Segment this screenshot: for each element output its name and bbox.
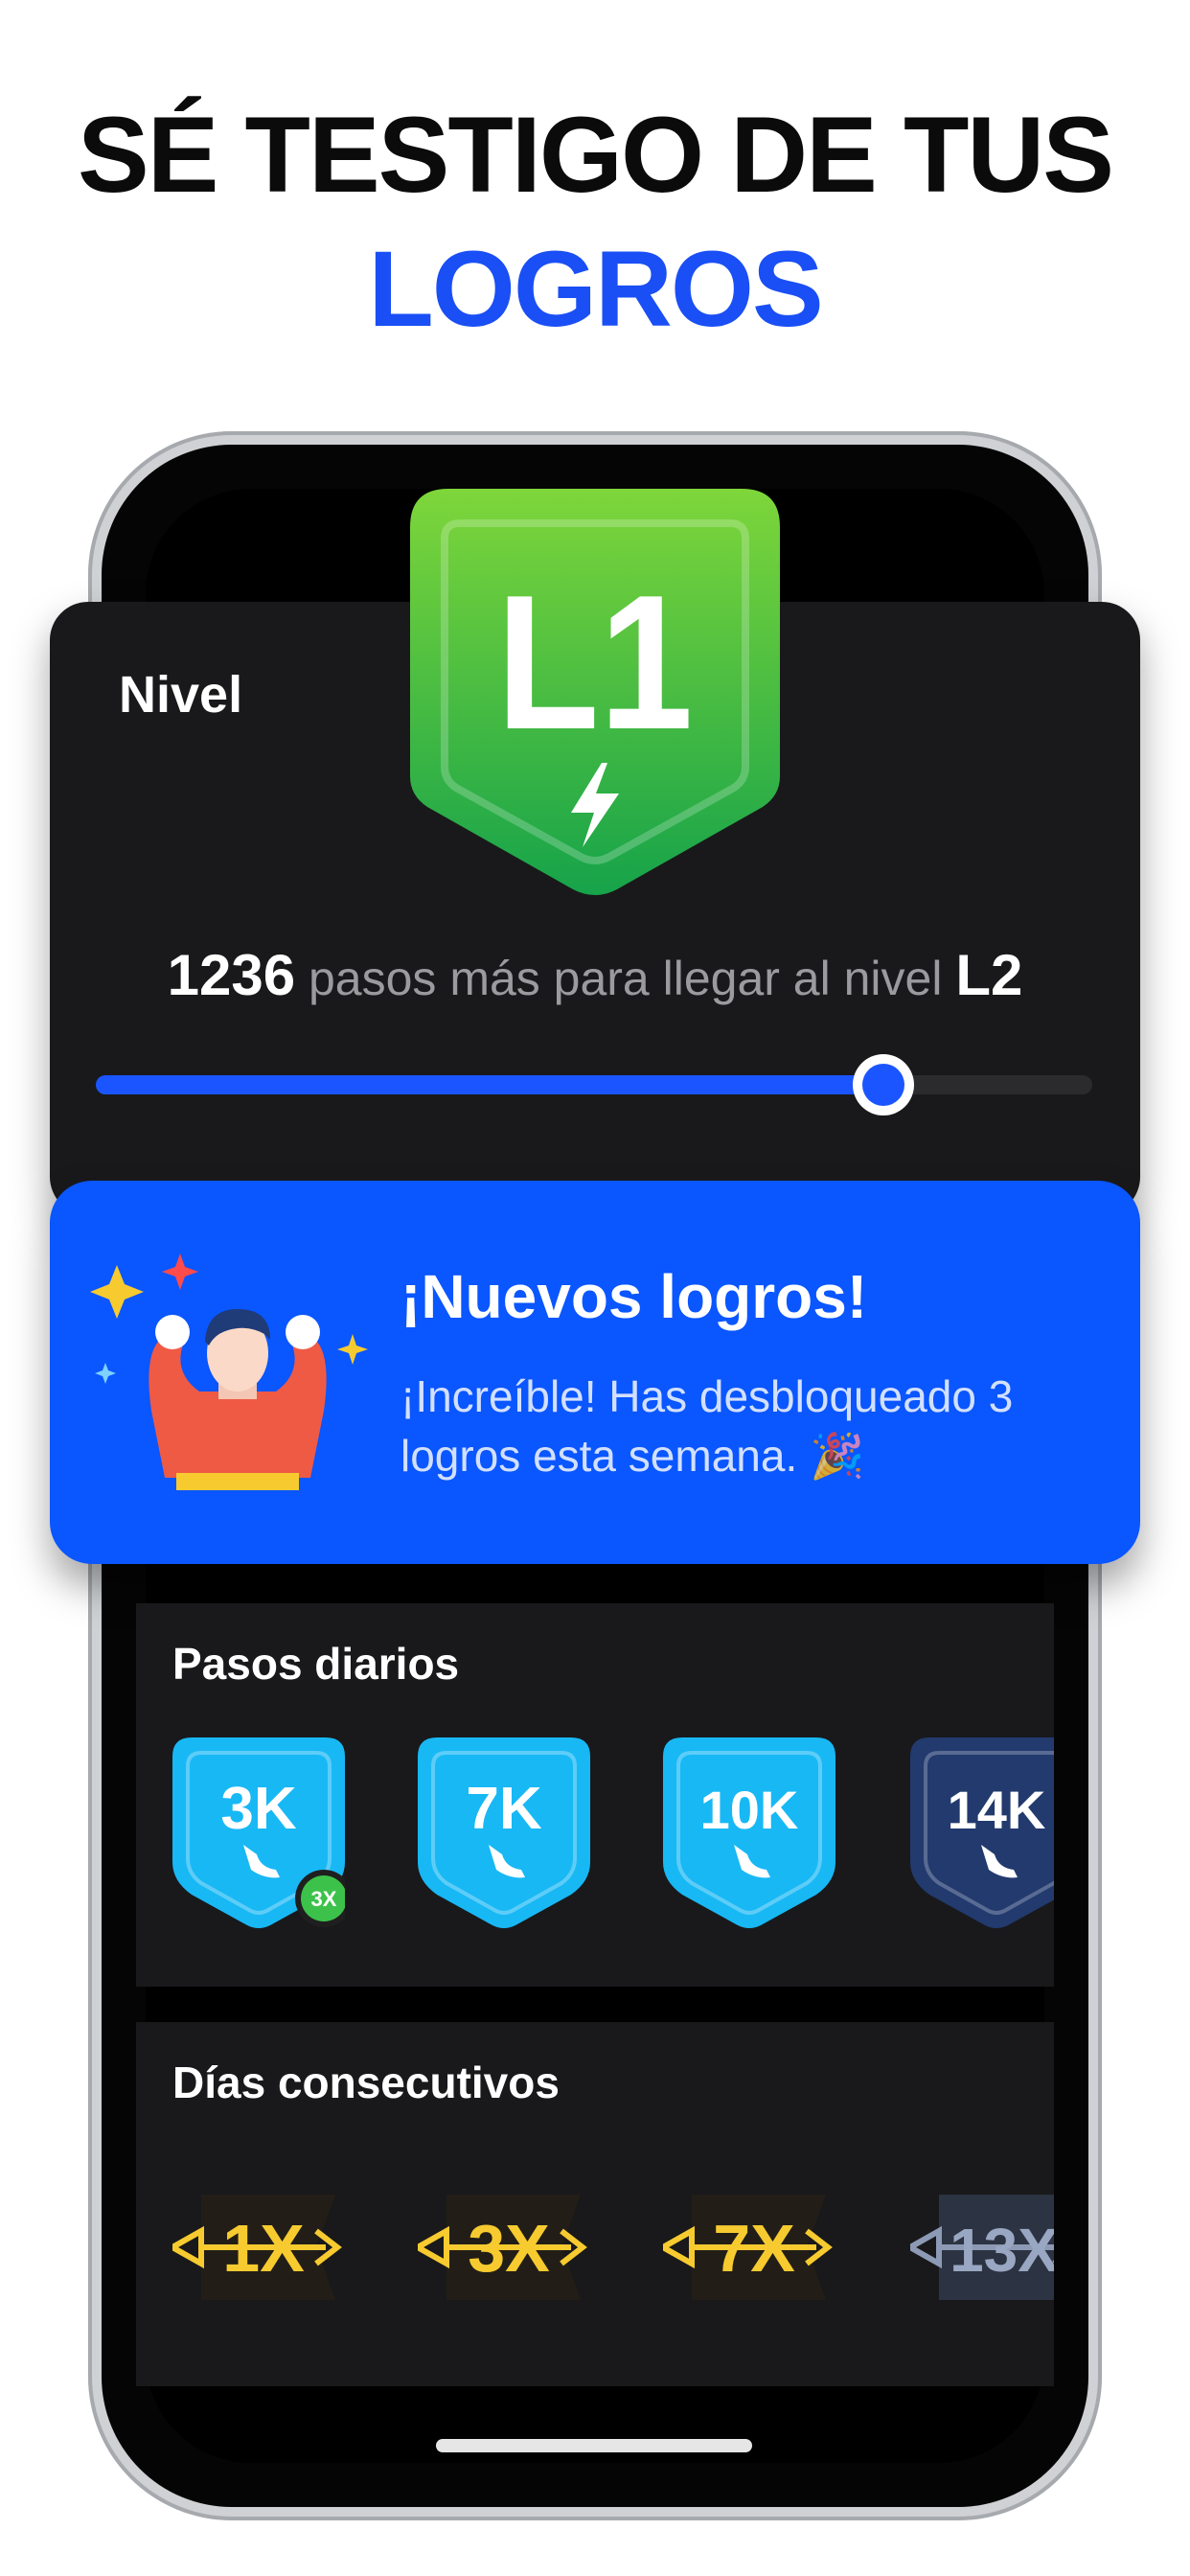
party-popper-icon: 🎉 <box>810 1431 865 1481</box>
new-achievements-title: ¡Nuevos logros! <box>400 1262 868 1331</box>
level-progress-knob <box>852 1054 914 1116</box>
steps-remaining-label: pasos más para llegar al nivel <box>295 952 956 1005</box>
step-badge-14k-label: 14K <box>948 1780 1046 1840</box>
step-badge-3k-label: 3K <box>220 1776 296 1842</box>
new-achievements-banner[interactable]: ¡Nuevos logros! ¡Increíble! Has desbloqu… <box>50 1181 1140 1564</box>
daily-steps-title: Pasos diarios <box>172 1639 460 1689</box>
streak-badge-7x[interactable]: 7X <box>663 2175 835 2319</box>
daily-steps-section: Pasos diarios 3K 3X 7K 10K 14K <box>136 1603 1054 1987</box>
new-achievements-text: ¡Increíble! Has desbloqueado 3 logros es… <box>400 1367 1090 1485</box>
next-level-label: L2 <box>955 943 1023 1007</box>
step-badge-3k-count: 3X <box>311 1887 337 1911</box>
step-badge-7k[interactable]: 7K <box>418 1737 590 1929</box>
level-progress-fill <box>96 1075 883 1094</box>
streak-title: Días consecutivos <box>172 2058 560 2107</box>
streak-badges: 1X 3X 7X 13X <box>172 2137 1054 2358</box>
step-badge-10k[interactable]: 10K <box>663 1737 835 1929</box>
daily-steps-badges: 3K 3X 7K 10K 14K <box>172 1737 1054 1948</box>
streak-badge-3x[interactable]: 3X <box>418 2175 590 2319</box>
celebrating-person-icon <box>90 1254 368 1490</box>
streak-badge-7x-label: 7X <box>713 2211 795 2286</box>
level-title: Nivel <box>119 666 243 724</box>
new-achievements-message: ¡Increíble! Has desbloqueado 3 logros es… <box>400 1371 1014 1481</box>
headline-line-1: SÉ TESTIGO DE TUS <box>78 95 1114 215</box>
step-badge-7k-label: 7K <box>466 1776 541 1842</box>
streak-badge-13x-label: 13X <box>950 2216 1054 2285</box>
steps-remaining-text: 1236 pasos más para llegar al nivel L2 <box>50 942 1140 1008</box>
streak-badge-13x[interactable]: 13X <box>910 2175 1054 2319</box>
streak-section: Días consecutivos 1X 3X 7X 13X <box>136 2022 1054 2386</box>
level-progress-bar <box>96 1054 1092 1116</box>
step-badge-10k-label: 10K <box>700 1780 799 1840</box>
level-badge-icon: L1 <box>410 489 780 895</box>
streak-badge-1x[interactable]: 1X <box>172 2175 345 2319</box>
level-badge-label: L1 <box>496 554 693 769</box>
steps-remaining-count: 1236 <box>167 943 296 1007</box>
home-indicator[interactable] <box>436 2439 752 2452</box>
headline: SÉ TESTIGO DE TUS LOGROS <box>0 88 1190 356</box>
step-badge-3k[interactable]: 3K 3X <box>172 1737 345 1929</box>
streak-badge-3x-label: 3X <box>468 2211 550 2286</box>
streak-badge-1x-label: 1X <box>222 2211 305 2286</box>
step-badge-14k[interactable]: 14K <box>910 1737 1054 1929</box>
headline-line-2: LOGROS <box>368 229 823 349</box>
